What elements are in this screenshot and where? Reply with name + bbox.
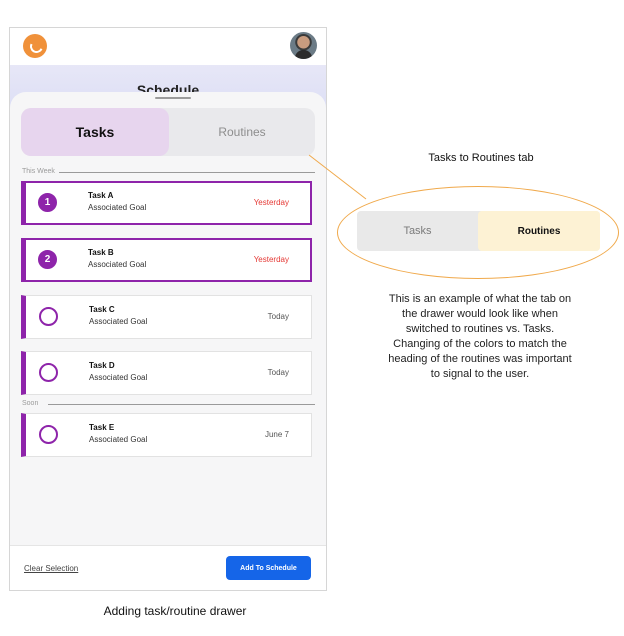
- drawer-caption: Adding task/routine drawer: [103, 604, 247, 618]
- section-label-this-week: This Week: [22, 168, 55, 175]
- task-title: Task E: [89, 423, 115, 432]
- task-goal: Associated Goal: [88, 203, 147, 212]
- clear-selection-link[interactable]: Clear Selection: [24, 564, 78, 573]
- task-selection-marker[interactable]: 1: [38, 193, 57, 212]
- app-logo-icon[interactable]: [23, 34, 47, 58]
- mini-tab-bar: Tasks Routines: [357, 211, 600, 251]
- mini-tab-routines[interactable]: Routines: [478, 211, 600, 251]
- task-due-date: Today: [267, 312, 289, 321]
- task-title: Task B: [88, 248, 114, 257]
- section-divider: [59, 172, 315, 173]
- top-bar: [10, 28, 326, 65]
- tab-tasks[interactable]: Tasks: [21, 108, 169, 156]
- task-card[interactable]: 1 Task A Associated Goal Yesterday: [21, 181, 312, 225]
- annotation-title: Tasks to Routines tab: [428, 152, 534, 164]
- task-card[interactable]: Task E Associated Goal June 7: [21, 413, 312, 457]
- task-due-date: Yesterday: [253, 255, 289, 264]
- task-goal: Associated Goal: [89, 435, 148, 444]
- section-label-soon: Soon: [22, 400, 39, 407]
- task-goal: Associated Goal: [89, 373, 148, 382]
- drag-handle-icon[interactable]: [155, 97, 191, 99]
- task-due-date: Today: [267, 368, 289, 377]
- annotation-description: This is an example of what the tab on th…: [388, 293, 572, 380]
- task-card[interactable]: Task C Associated Goal Today: [21, 295, 312, 339]
- task-drawer: Tasks Routines This Week 1 Task A Associ…: [10, 92, 326, 590]
- tab-routines[interactable]: Routines: [169, 108, 315, 156]
- task-selection-marker[interactable]: [39, 307, 58, 326]
- task-card[interactable]: 2 Task B Associated Goal Yesterday: [21, 238, 312, 282]
- task-selection-marker[interactable]: [39, 425, 58, 444]
- avatar[interactable]: [290, 32, 317, 59]
- task-title: Task D: [89, 361, 115, 370]
- task-selection-marker[interactable]: [39, 363, 58, 382]
- task-title: Task C: [89, 305, 115, 314]
- tab-bar: Tasks Routines: [21, 108, 315, 156]
- task-due-date: June 7: [264, 430, 289, 439]
- task-card[interactable]: Task D Associated Goal Today: [21, 351, 312, 395]
- section-divider: [48, 404, 315, 405]
- drawer-footer: Clear Selection Add To Schedule: [10, 545, 326, 590]
- phone-mockup: Schedule Tasks Routines This Week 1 Task…: [9, 27, 327, 591]
- task-goal: Associated Goal: [89, 317, 148, 326]
- add-to-schedule-button[interactable]: Add To Schedule: [226, 556, 311, 580]
- mini-tab-tasks[interactable]: Tasks: [357, 211, 478, 251]
- task-due-date: Yesterday: [253, 198, 289, 207]
- task-goal: Associated Goal: [88, 260, 147, 269]
- task-title: Task A: [88, 191, 114, 200]
- task-selection-marker[interactable]: 2: [38, 250, 57, 269]
